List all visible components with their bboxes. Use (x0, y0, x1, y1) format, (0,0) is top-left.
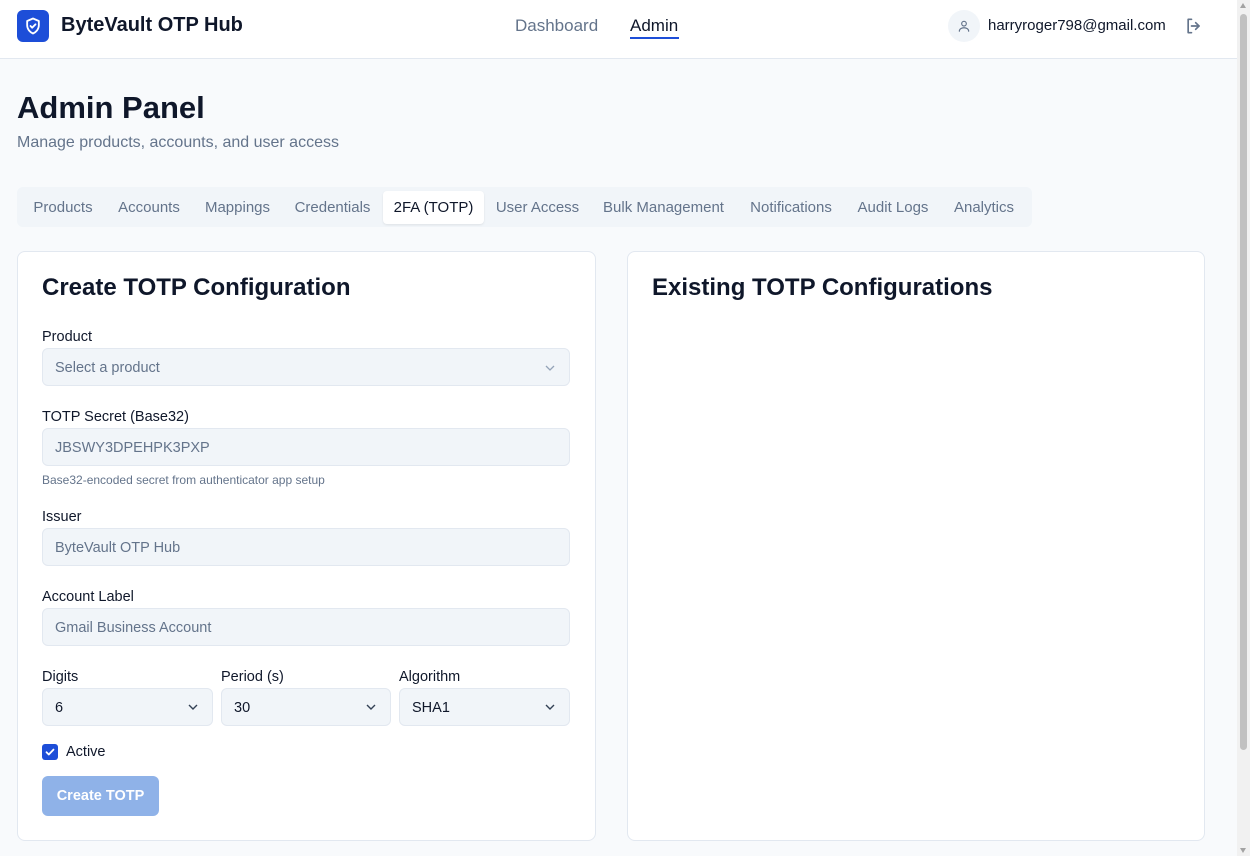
totp-secret-hint: Base32-encoded secret from authenticator… (42, 473, 325, 487)
existing-totp-title: Existing TOTP Configurations (652, 274, 993, 301)
tab-bulk-management[interactable]: Bulk Management (591, 191, 736, 224)
period-label: Period (s) (221, 669, 284, 685)
create-totp-title: Create TOTP Configuration (42, 274, 351, 301)
existing-totp-card: Existing TOTP Configurations (627, 251, 1205, 841)
user-icon[interactable] (948, 10, 980, 42)
scroll-down-arrow-icon[interactable] (1240, 848, 1246, 853)
issuer-input[interactable]: ByteVault OTP Hub (42, 528, 570, 566)
tab-credentials[interactable]: Credentials (282, 191, 383, 224)
shield-check-icon[interactable] (17, 10, 49, 42)
check-icon (45, 748, 55, 756)
account-label-label: Account Label (42, 589, 134, 605)
app-title[interactable]: ByteVault OTP Hub (61, 14, 243, 37)
tab-2fa-totp[interactable]: 2FA (TOTP) (383, 191, 484, 224)
algorithm-select[interactable]: SHA1 (399, 688, 570, 726)
account-label-input[interactable]: Gmail Business Account (42, 608, 570, 646)
chevron-down-icon (188, 704, 198, 710)
totp-secret-input[interactable]: JBSWY3DPEHPK3PXP (42, 428, 570, 466)
logout-icon[interactable] (1184, 16, 1204, 36)
tab-mappings[interactable]: Mappings (193, 191, 282, 224)
create-totp-button[interactable]: Create TOTP (42, 776, 159, 816)
active-checkbox-label[interactable]: Active (66, 744, 106, 760)
digits-select[interactable]: 6 (42, 688, 213, 726)
chevron-down-icon (366, 704, 376, 710)
tab-products[interactable]: Products (21, 191, 105, 224)
chevron-down-icon (545, 365, 555, 371)
chevron-down-icon (545, 704, 555, 710)
algorithm-value: SHA1 (412, 700, 450, 716)
tab-user-access[interactable]: User Access (484, 191, 591, 224)
digits-value: 6 (55, 700, 64, 716)
period-select[interactable]: 30 (221, 688, 391, 726)
active-checkbox[interactable] (42, 744, 58, 760)
period-value: 30 (234, 700, 251, 716)
tab-audit-logs[interactable]: Audit Logs (846, 191, 940, 224)
algorithm-label: Algorithm (399, 669, 461, 685)
admin-tabs: Products Accounts Mappings Credentials 2… (17, 187, 1032, 227)
user-email: harryroger798@gmail.com (988, 17, 1166, 34)
scroll-thumb[interactable] (1240, 14, 1247, 750)
totp-secret-label: TOTP Secret (Base32) (42, 409, 189, 425)
page-scrollbar[interactable] (1237, 0, 1250, 856)
product-select-placeholder: Select a product (55, 360, 160, 376)
tab-analytics[interactable]: Analytics (940, 191, 1028, 224)
tab-accounts[interactable]: Accounts (105, 191, 193, 224)
page-title: Admin Panel (17, 90, 205, 125)
create-totp-card: Create TOTP Configuration Product Select… (17, 251, 596, 841)
nav-admin[interactable]: Admin (630, 16, 678, 36)
product-label: Product (42, 329, 92, 345)
digits-label: Digits (42, 669, 79, 685)
page-subtitle: Manage products, accounts, and user acce… (17, 134, 339, 151)
issuer-label: Issuer (42, 509, 82, 525)
nav-dashboard[interactable]: Dashboard (515, 16, 598, 36)
scroll-up-arrow-icon[interactable] (1240, 3, 1246, 8)
top-bar: ByteVault OTP Hub Dashboard Admin harryr… (0, 0, 1237, 59)
tab-notifications[interactable]: Notifications (736, 191, 846, 224)
product-select[interactable]: Select a product (42, 348, 570, 386)
nav-active-indicator (630, 37, 679, 39)
